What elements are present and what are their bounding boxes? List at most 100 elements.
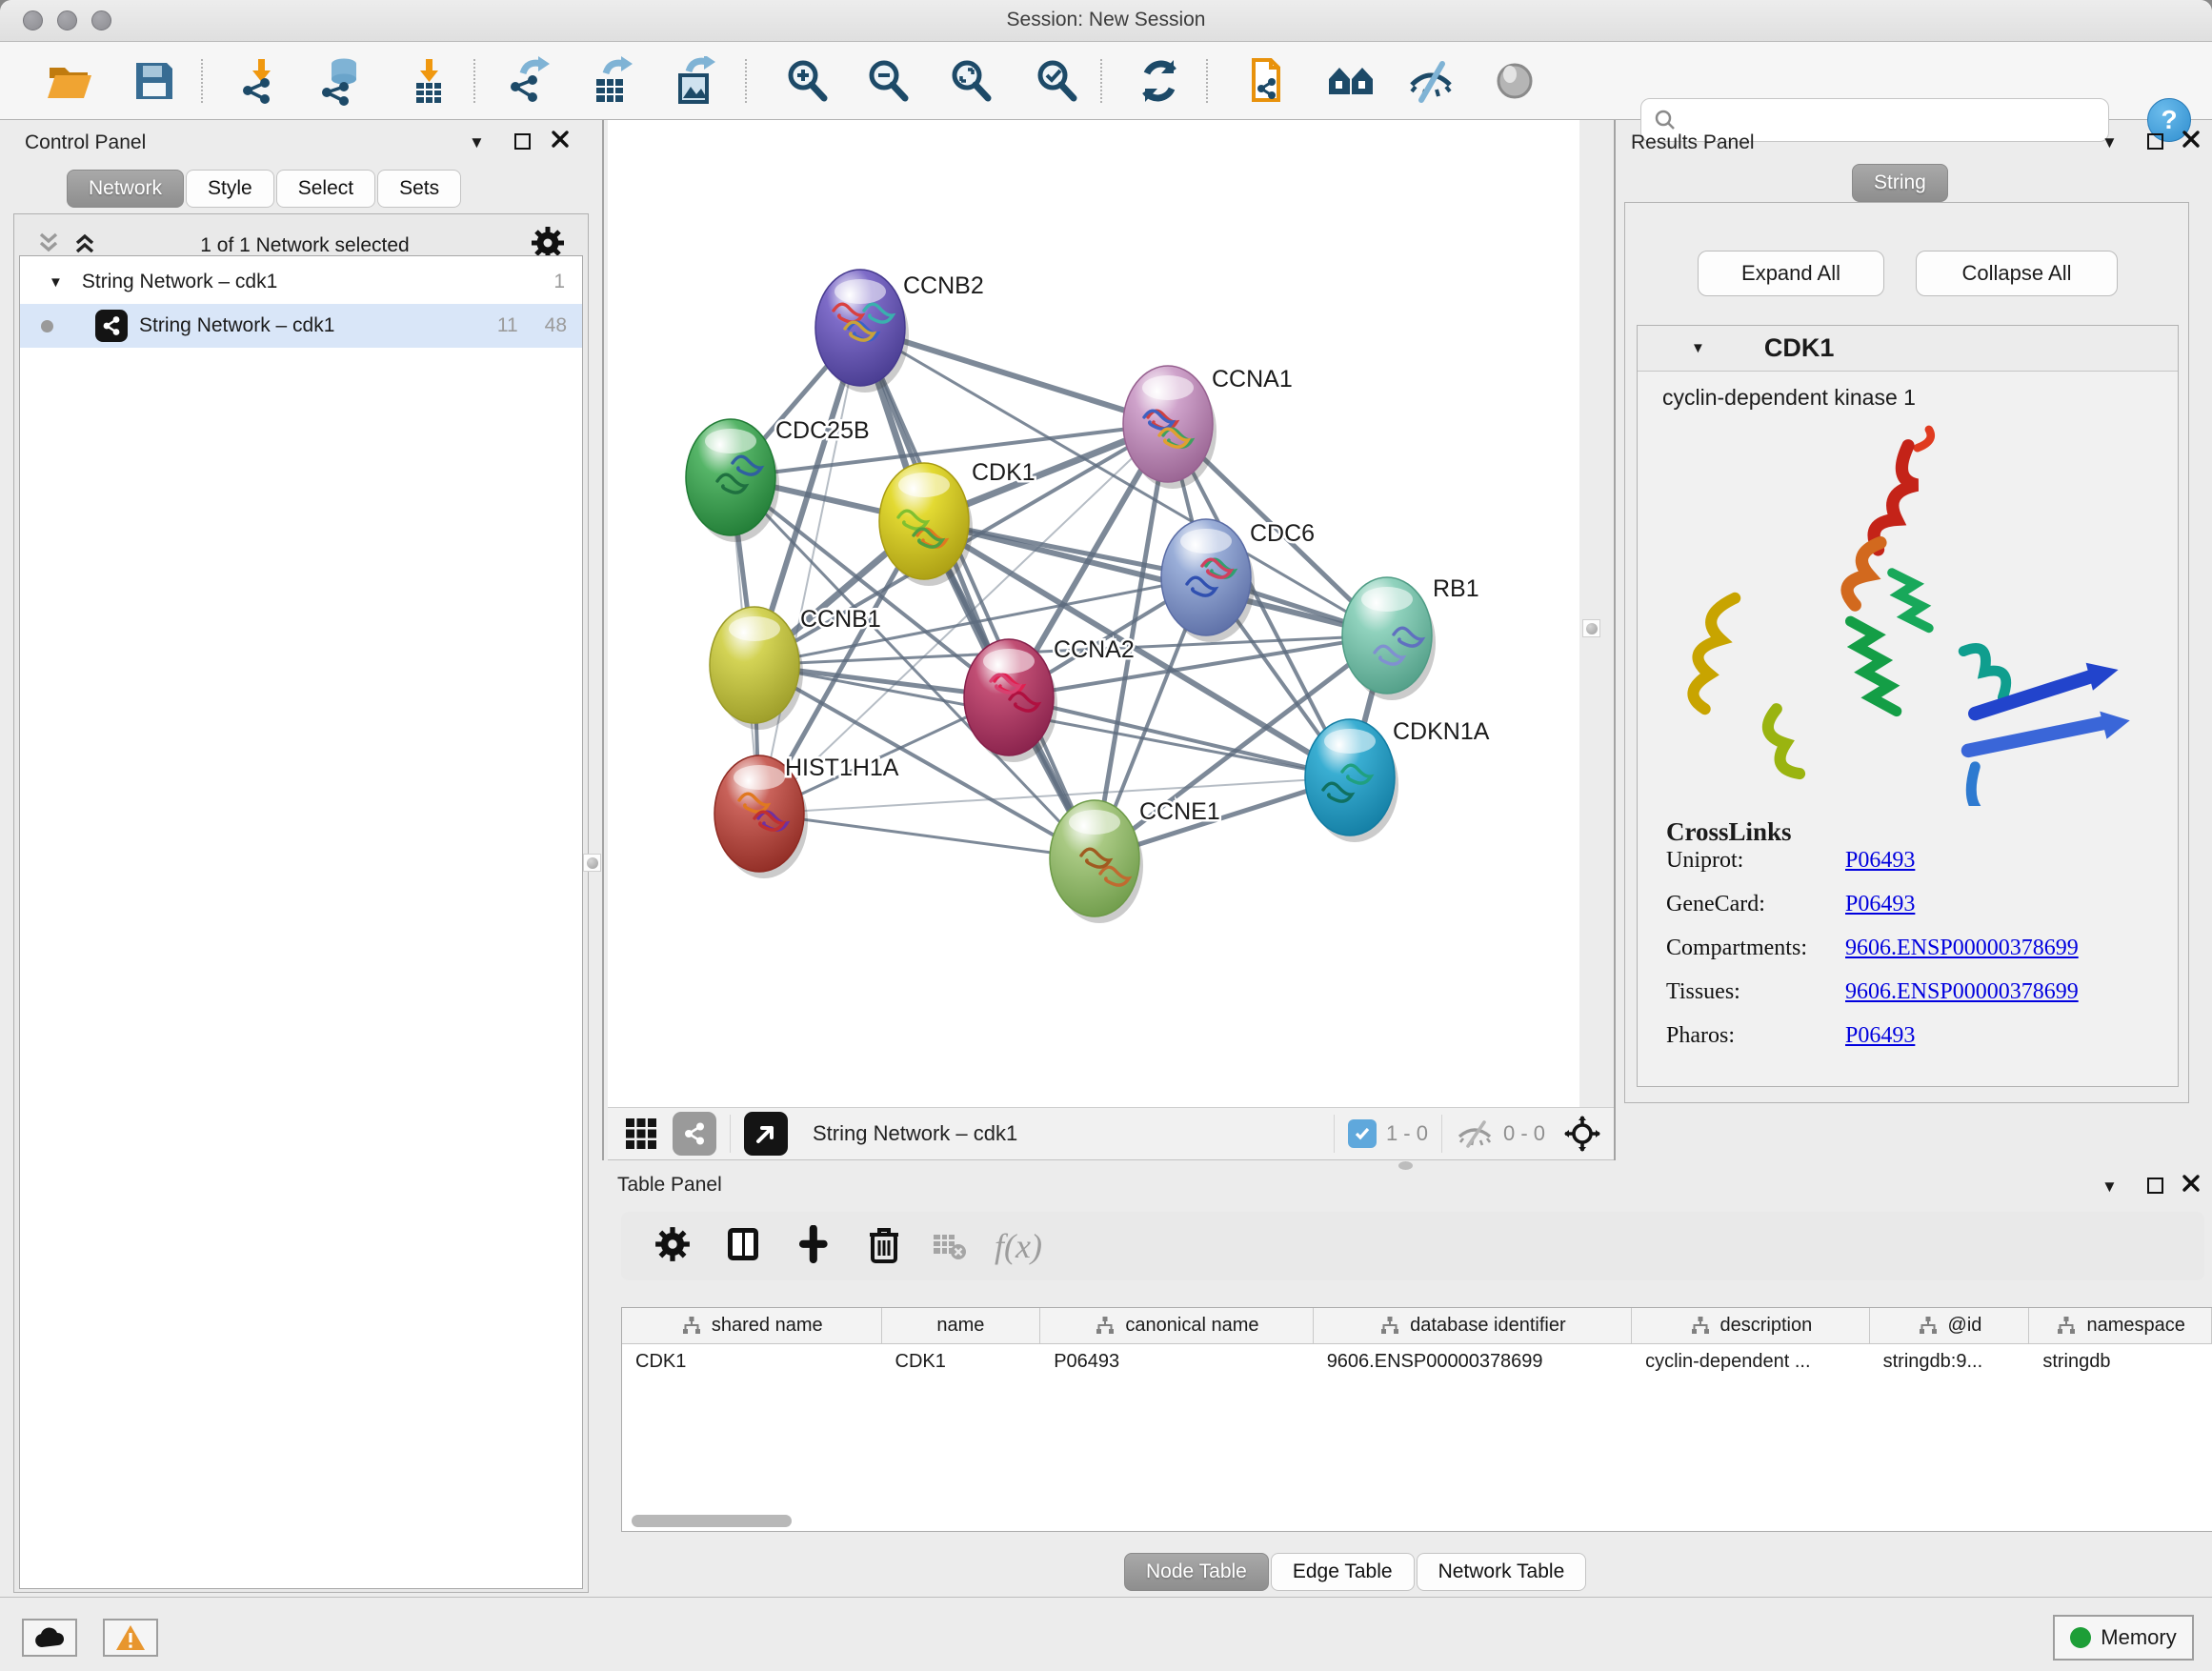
column-header-name[interactable]: name — [882, 1308, 1041, 1343]
show-all-eye-icon[interactable] — [1488, 54, 1541, 108]
crosslink-link[interactable]: 9606.ENSP00000378699 — [1845, 979, 2079, 1023]
table-panel-close-icon[interactable] — [2182, 1174, 2201, 1198]
export-table-icon[interactable] — [585, 54, 638, 108]
import-network-from-database-icon[interactable] — [315, 54, 369, 108]
table-row[interactable]: CDK1CDK1P064939606.ENSP00000378699cyclin… — [622, 1344, 2212, 1380]
memory-status-dot-icon — [2070, 1627, 2091, 1648]
tab-network[interactable]: Network — [67, 170, 184, 208]
network-edge[interactable] — [759, 328, 860, 814]
delete-column-trash-icon[interactable] — [865, 1225, 903, 1268]
open-session-icon[interactable] — [42, 54, 95, 108]
network-gutter — [1579, 120, 1614, 1107]
table-header-row: shared namenamecanonical namedatabase id… — [622, 1308, 2212, 1344]
node-highlight — [898, 473, 950, 497]
search-icon — [1653, 108, 1678, 132]
protein-card-header[interactable]: ▼ CDK1 — [1638, 326, 2178, 372]
search-input[interactable] — [1678, 109, 2087, 132]
birds-eye-view-icon[interactable] — [744, 1112, 788, 1156]
hidden-items-eye-icon[interactable] — [1456, 1119, 1494, 1148]
control-panel-float-icon[interactable] — [514, 133, 531, 150]
results-panel-close-icon[interactable] — [2182, 130, 2201, 153]
export-network-icon[interactable] — [502, 54, 555, 108]
selected-nodes-checkbox-icon[interactable] — [1348, 1119, 1377, 1148]
crosslink-link[interactable]: P06493 — [1845, 892, 1915, 936]
splitter-handle[interactable] — [1582, 619, 1600, 637]
cloud-status-button[interactable] — [22, 1619, 77, 1657]
string-import-icon[interactable] — [1242, 54, 1296, 108]
string-home-icon[interactable] — [1324, 54, 1377, 108]
collapse-all-button[interactable]: Collapse All — [1916, 251, 2118, 296]
results-panel-menu-icon[interactable]: ▼ — [2101, 133, 2118, 152]
crosslink-label: GeneCard: — [1666, 892, 1845, 936]
table-cell[interactable]: CDK1 — [882, 1344, 1041, 1380]
panel-divider[interactable] — [602, 120, 604, 1160]
table-cell[interactable]: stringdb:9... — [1870, 1344, 2030, 1380]
save-session-icon[interactable] — [128, 54, 181, 108]
collapse-triangle-icon[interactable]: ▼ — [49, 274, 63, 291]
tab-sets[interactable]: Sets — [377, 170, 461, 208]
network-view-icon[interactable] — [673, 1112, 716, 1156]
warning-status-button[interactable] — [103, 1619, 158, 1657]
table-cell[interactable]: P06493 — [1040, 1344, 1313, 1380]
splitter-handle[interactable] — [583, 854, 601, 872]
network-canvas[interactable]: CCNB2CCNA1CDC25BCDK1CDC6RB1CCNB1CCNA2CDK… — [608, 120, 1579, 1107]
panel-divider[interactable] — [1614, 120, 1616, 1160]
table-toolbar: f(x) — [621, 1212, 2204, 1280]
tab-node-table[interactable]: Node Table — [1124, 1553, 1269, 1591]
tab-network-table[interactable]: Network Table — [1417, 1553, 1587, 1591]
collapse-triangle-icon[interactable]: ▼ — [1691, 340, 1705, 356]
import-network-from-file-icon[interactable] — [234, 54, 288, 108]
table-tabs: Node TableEdge TableNetwork Table — [1124, 1553, 1588, 1591]
control-panel-menu-icon[interactable]: ▼ — [469, 133, 485, 152]
zoom-out-icon[interactable] — [861, 54, 915, 108]
crosslink-link[interactable]: 9606.ENSP00000378699 — [1845, 936, 2079, 979]
network-row[interactable]: String Network – cdk1 11 48 — [20, 304, 582, 348]
column-header-description[interactable]: description — [1632, 1308, 1870, 1343]
apply-layout-icon[interactable] — [1133, 54, 1186, 108]
column-header-shared-name[interactable]: shared name — [622, 1308, 882, 1343]
column-header-database-identifier[interactable]: database identifier — [1314, 1308, 1632, 1343]
string-results-container: Expand All Collapse All ▼ CDK1 cyclin-de… — [1624, 202, 2189, 1103]
expand-all-button[interactable]: Expand All — [1698, 251, 1884, 296]
zoom-fit-icon[interactable] — [944, 54, 997, 108]
fit-content-crosshair-icon[interactable] — [1560, 1112, 1604, 1156]
table-gear-icon[interactable] — [654, 1225, 692, 1268]
column-header-namespace[interactable]: namespace — [2029, 1308, 2212, 1343]
memory-button[interactable]: Memory — [2053, 1615, 2194, 1661]
table-cell[interactable]: stringdb — [2029, 1344, 2212, 1380]
crosslinks-title: CrossLinks — [1666, 817, 1792, 847]
column-header-canonical-name[interactable]: canonical name — [1040, 1308, 1313, 1343]
zoom-in-icon[interactable] — [780, 54, 834, 108]
crosslink-row: Compartments:9606.ENSP00000378699 — [1666, 936, 2162, 979]
crosslink-link[interactable]: P06493 — [1845, 1023, 1915, 1067]
table-cell[interactable]: CDK1 — [622, 1344, 882, 1380]
table-cell[interactable]: 9606.ENSP00000378699 — [1314, 1344, 1632, 1380]
tab-style[interactable]: Style — [186, 170, 274, 208]
column-header-@id[interactable]: @id — [1870, 1308, 2030, 1343]
crosslink-link[interactable]: P06493 — [1845, 848, 1915, 892]
grid-view-icon[interactable] — [619, 1112, 663, 1156]
add-column-icon[interactable] — [794, 1225, 833, 1268]
network-collection-row[interactable]: ▼ String Network – cdk1 1 — [20, 260, 582, 304]
import-table-from-file-icon[interactable] — [402, 54, 455, 108]
export-image-icon[interactable] — [668, 54, 721, 108]
node-label-CDKN1A: CDKN1A — [1393, 718, 1490, 745]
table-cell[interactable]: cyclin-dependent ... — [1632, 1344, 1870, 1380]
horizontal-scrollbar[interactable] — [632, 1515, 792, 1527]
select-columns-icon[interactable] — [724, 1225, 762, 1268]
network-view-toolbar: String Network – cdk1 1 - 0 0 - 0 — [608, 1107, 1614, 1160]
tab-edge-table[interactable]: Edge Table — [1271, 1553, 1415, 1591]
tab-string[interactable]: String — [1852, 164, 1948, 202]
control-panel-close-icon[interactable] — [551, 130, 570, 153]
network-edge[interactable] — [759, 814, 1095, 858]
table-panel-float-icon[interactable] — [2147, 1178, 2163, 1194]
network-tree: ▼ String Network – cdk1 1 String Network… — [19, 255, 583, 1589]
table-panel-menu-icon[interactable]: ▼ — [2101, 1178, 2118, 1197]
toolbar-separator — [1334, 1115, 1335, 1153]
zoom-selected-icon[interactable] — [1030, 54, 1083, 108]
results-panel-float-icon[interactable] — [2147, 133, 2163, 150]
tab-select[interactable]: Select — [276, 170, 375, 208]
main-toolbar: ? — [0, 42, 2212, 120]
splitter-dot[interactable] — [1398, 1161, 1413, 1170]
hide-selected-eye-icon[interactable] — [1404, 54, 1458, 108]
